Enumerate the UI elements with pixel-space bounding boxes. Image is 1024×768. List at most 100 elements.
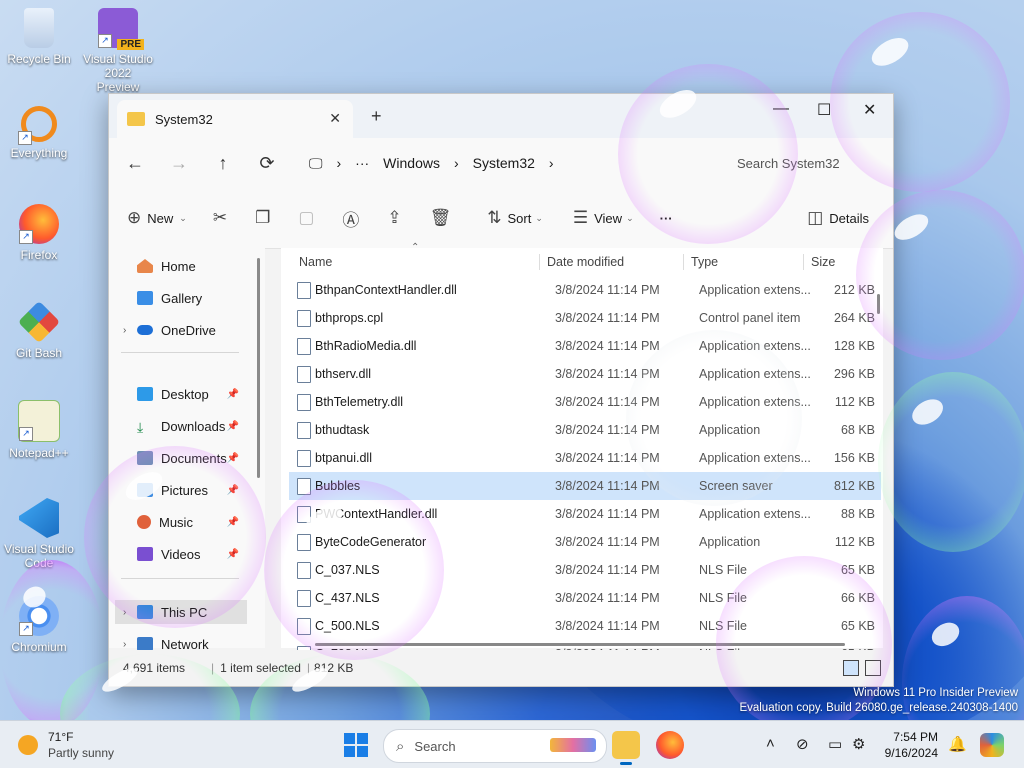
copilot-preview-icon[interactable] xyxy=(980,733,1004,757)
desktop-icon-everything[interactable]: ↗ Everything xyxy=(3,106,75,160)
tiles-view-icon[interactable] xyxy=(865,660,881,676)
table-row[interactable]: C_500.NLS 3/8/2024 11:14 PM NLS File 65 KB xyxy=(289,612,881,640)
file-icon xyxy=(297,617,311,635)
address-bar[interactable]: 🖵 › ··· Windows › System32 › xyxy=(309,147,705,179)
sort-icon: ⇅ xyxy=(487,208,502,227)
sidebar-item-pictures[interactable]: Pictures 📌 xyxy=(123,478,253,502)
more-options-button[interactable]: ··· xyxy=(660,211,673,226)
desktop-icon-chromium[interactable]: ↗ Chromium xyxy=(3,596,75,654)
sidebar-item-videos[interactable]: Videos 📌 xyxy=(123,542,253,566)
sidebar-item-documents[interactable]: Documents 📌 xyxy=(123,446,253,470)
view-button[interactable]: ☰ View ⌄ xyxy=(573,208,634,228)
pin-icon[interactable]: 📌 xyxy=(227,421,239,432)
close-window-button[interactable]: ✕ xyxy=(863,100,876,120)
cut-button[interactable]: ✂ xyxy=(213,208,233,228)
refresh-button[interactable]: ⟳ xyxy=(245,153,289,174)
forward-button[interactable]: → xyxy=(157,153,201,174)
sidebar-item-home[interactable]: Home xyxy=(123,254,196,278)
sidebar-scrollbar[interactable] xyxy=(257,258,260,478)
breadcrumb-windows[interactable]: Windows xyxy=(383,155,440,171)
maximize-button[interactable]: ☐ xyxy=(817,100,831,120)
table-row[interactable]: PWContextHandler.dll 3/8/2024 11:14 PM App… xyxy=(289,500,881,528)
file-date-modified: 3/8/2024 11:14 PM xyxy=(555,423,660,437)
table-row[interactable]: BthTelemetry.dll 3/8/2024 11:14 PM Applica… xyxy=(289,388,881,416)
desktop-icon-firefox[interactable]: ↗ Firefox xyxy=(3,204,75,262)
desktop-icon-git-bash[interactable]: Git Bash xyxy=(3,300,75,360)
taskbar-search-input[interactable]: ⌕ Search xyxy=(383,729,607,763)
copy-button[interactable]: ❐ xyxy=(255,208,276,228)
chevron-right-icon[interactable]: › xyxy=(123,607,137,618)
sidebar-item-this-pc[interactable]: › This PC xyxy=(115,600,247,624)
table-row[interactable]: BthpanContextHandler.dll 3/8/2024 11:14 P… xyxy=(289,276,881,304)
display-icon[interactable]: ▭ xyxy=(828,735,842,753)
back-button[interactable]: ← xyxy=(113,153,157,174)
desktop-icon-recycle-bin[interactable]: Recycle Bin xyxy=(3,8,75,66)
desktop-icon-visual-studio-preview[interactable]: ↗ PRE Visual Studio 2022 Preview xyxy=(82,8,154,94)
system-clock[interactable]: 7:54 PM 9/16/2024 xyxy=(878,729,938,761)
desktop-icon-vscode[interactable]: Visual Studio Code xyxy=(3,498,75,570)
show-hidden-icons-chevron-up-icon[interactable]: ˄ xyxy=(766,735,775,752)
sidebar-item-desktop[interactable]: Desktop 📌 xyxy=(123,382,253,406)
network-disconnected-icon[interactable]: ⊘ xyxy=(796,735,809,753)
vertical-scrollbar[interactable] xyxy=(877,254,881,634)
desktop-icon-notepad-plus-plus[interactable]: ↗ Notepad++ xyxy=(3,400,75,460)
table-row[interactable]: bthserv.dll 3/8/2024 11:14 PM Application … xyxy=(289,360,881,388)
sidebar-label: Home xyxy=(161,258,196,274)
table-row[interactable]: bthprops.cpl 3/8/2024 11:14 PM Control pan… xyxy=(289,304,881,332)
view-lines-icon: ☰ xyxy=(572,208,589,227)
start-button[interactable] xyxy=(344,733,368,757)
table-row[interactable]: bthudtask 3/8/2024 11:14 PM Application 68 … xyxy=(289,416,881,444)
column-divider[interactable] xyxy=(683,254,684,270)
sort-button[interactable]: ⇅ Sort ⌄ xyxy=(487,208,543,228)
taskbar-file-explorer[interactable] xyxy=(612,731,640,765)
sidebar-item-music[interactable]: Music 📌 xyxy=(123,510,253,534)
chevron-right-icon[interactable]: › xyxy=(123,325,137,336)
pin-icon[interactable]: 📌 xyxy=(227,389,239,400)
column-divider[interactable] xyxy=(539,254,540,270)
new-button[interactable]: ⊕ New ⌄ xyxy=(127,208,187,228)
settings-gear-icon[interactable]: ⚙ xyxy=(852,735,865,753)
rename-button[interactable]: Ⓐ xyxy=(342,206,365,231)
table-row[interactable]: btpanui.dll 3/8/2024 11:14 PM Application … xyxy=(289,444,881,472)
weather-widget[interactable]: 71°F Partly sunny xyxy=(18,729,114,761)
pin-icon[interactable]: 📌 xyxy=(227,549,239,560)
table-row[interactable]: ByteCodeGenerator 3/8/2024 11:14 PM Applic… xyxy=(289,528,881,556)
details-view-icon[interactable] xyxy=(843,660,859,676)
column-header-size[interactable]: Size xyxy=(811,248,835,276)
windows-logo-icon xyxy=(344,733,355,744)
tab-close-icon[interactable]: ✕ xyxy=(329,110,341,127)
file-size: 296 KB xyxy=(833,367,875,381)
scrollbar-thumb[interactable] xyxy=(877,294,880,314)
pin-icon[interactable]: 📌 xyxy=(227,485,239,496)
horizontal-scrollbar[interactable] xyxy=(315,643,845,646)
column-header-name[interactable]: Name xyxy=(299,248,332,276)
minimize-button[interactable]: — xyxy=(773,100,789,118)
tab-system32[interactable]: System32 ✕ xyxy=(117,100,353,138)
search-input[interactable]: Search System32 xyxy=(721,147,897,179)
up-button[interactable]: ↑ xyxy=(201,153,245,174)
sidebar-item-onedrive[interactable]: › OneDrive xyxy=(123,318,216,342)
file-date-modified: 3/8/2024 11:14 PM xyxy=(555,283,660,297)
table-row[interactable]: BthRadioMedia.dll 3/8/2024 11:14 PM Applic… xyxy=(289,332,881,360)
pin-icon[interactable]: 📌 xyxy=(227,453,239,464)
share-button[interactable]: ⇪ xyxy=(387,208,407,228)
delete-button[interactable]: 🗑 xyxy=(430,208,458,228)
table-row[interactable]: C_037.NLS 3/8/2024 11:14 PM NLS File 65 KB xyxy=(289,556,881,584)
sidebar-item-downloads[interactable]: ⤓ Downloads 📌 xyxy=(123,414,253,438)
paste-button[interactable]: ▢ xyxy=(298,208,320,228)
table-row[interactable]: Bubbles 3/8/2024 11:14 PM Screen saver 812 … xyxy=(289,472,881,500)
notification-bell-icon[interactable]: 🔔 xyxy=(948,735,967,753)
chevron-right-icon[interactable]: › xyxy=(123,639,137,650)
details-pane-button[interactable]: ◫ Details xyxy=(807,208,869,228)
chromium-icon: ↗ xyxy=(19,596,59,636)
column-header-type[interactable]: Type xyxy=(691,248,718,276)
taskbar-firefox[interactable] xyxy=(656,731,684,759)
table-row[interactable]: C_437.NLS 3/8/2024 11:14 PM NLS File 66 KB xyxy=(289,584,881,612)
sidebar-item-gallery[interactable]: Gallery xyxy=(123,286,202,310)
column-header-date-modified[interactable]: Date modified xyxy=(547,248,624,276)
breadcrumb-system32[interactable]: System32 xyxy=(473,155,535,171)
new-tab-button[interactable]: + xyxy=(371,106,382,127)
breadcrumb-more[interactable]: ··· xyxy=(355,155,369,171)
pin-icon[interactable]: 📌 xyxy=(227,517,239,528)
column-divider[interactable] xyxy=(803,254,804,270)
